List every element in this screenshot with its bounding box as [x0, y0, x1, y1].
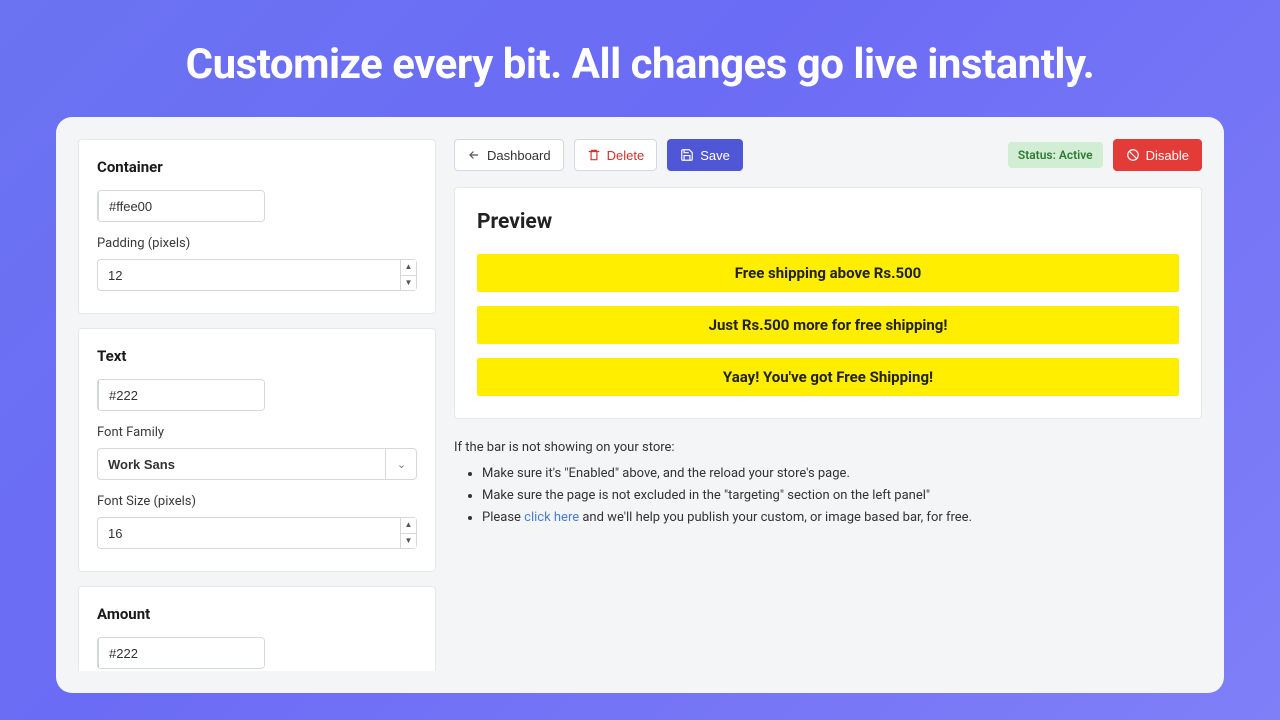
dashboard-label: Dashboard	[487, 148, 551, 163]
padding-label: Padding (pixels)	[97, 236, 417, 251]
panel-amount: Amount Free shipping target amount	[78, 586, 436, 671]
help-item: Make sure the page is not excluded in th…	[482, 485, 1202, 507]
disable-button[interactable]: Disable	[1113, 139, 1202, 171]
help-block: If the bar is not showing on your store:…	[454, 437, 1202, 529]
preview-bar: Free shipping above Rs.500	[477, 254, 1179, 292]
panel-amount-title: Amount	[97, 605, 417, 623]
padding-up[interactable]: ▲	[401, 260, 416, 276]
container-color-input[interactable]	[99, 191, 265, 221]
padding-spinner: ▲ ▼	[400, 259, 417, 291]
padding-input[interactable]	[97, 259, 400, 291]
font-size-stepper[interactable]: ▲ ▼	[97, 517, 417, 549]
font-size-up[interactable]: ▲	[401, 518, 416, 534]
main-area: Dashboard Delete Save Status: Active Dis…	[454, 139, 1202, 671]
font-size-input[interactable]	[97, 517, 400, 549]
amount-color-field[interactable]	[97, 637, 265, 669]
disable-label: Disable	[1146, 148, 1189, 163]
panel-text: Text Font Family ⌄ Font Size (pixels) ▲ …	[78, 328, 436, 572]
disable-icon	[1126, 148, 1140, 162]
settings-sidebar: Container Padding (pixels) ▲ ▼ Text	[78, 139, 436, 671]
save-label: Save	[700, 148, 730, 163]
delete-button[interactable]: Delete	[574, 139, 658, 171]
font-family-select[interactable]	[97, 448, 417, 480]
font-size-label: Font Size (pixels)	[97, 494, 417, 509]
preview-title: Preview	[477, 210, 1179, 234]
font-size-spinner: ▲ ▼	[400, 517, 417, 549]
container-color-field[interactable]	[97, 190, 265, 222]
help-link[interactable]: click here	[524, 510, 579, 525]
text-color-input[interactable]	[99, 380, 265, 410]
preview-bar: Just Rs.500 more for free shipping!	[477, 306, 1179, 344]
help-item: Please click here and we'll help you pub…	[482, 507, 1202, 529]
delete-label: Delete	[607, 148, 645, 163]
text-color-field[interactable]	[97, 379, 265, 411]
font-family-select-wrap: ⌄	[97, 448, 417, 480]
help-item: Make sure it's "Enabled" above, and the …	[482, 463, 1202, 485]
padding-stepper[interactable]: ▲ ▼	[97, 259, 417, 291]
amount-color-input[interactable]	[99, 638, 265, 668]
preview-bar: Yaay! You've got Free Shipping!	[477, 358, 1179, 396]
arrow-left-icon	[467, 148, 481, 162]
help-intro: If the bar is not showing on your store:	[454, 437, 1202, 459]
font-family-label: Font Family	[97, 425, 417, 440]
trash-icon	[587, 148, 601, 162]
dashboard-button[interactable]: Dashboard	[454, 139, 564, 171]
save-icon	[680, 148, 694, 162]
save-button[interactable]: Save	[667, 139, 743, 171]
page-heading: Customize every bit. All changes go live…	[0, 0, 1280, 89]
preview-card: Preview Free shipping above Rs.500 Just …	[454, 187, 1202, 419]
status-badge: Status: Active	[1008, 142, 1103, 168]
font-size-down[interactable]: ▼	[401, 534, 416, 549]
toolbar: Dashboard Delete Save Status: Active Dis…	[454, 139, 1202, 171]
app-card: Container Padding (pixels) ▲ ▼ Text	[56, 117, 1224, 693]
panel-container: Container Padding (pixels) ▲ ▼	[78, 139, 436, 314]
panel-text-title: Text	[97, 347, 417, 365]
panel-container-title: Container	[97, 158, 417, 176]
padding-down[interactable]: ▼	[401, 276, 416, 291]
